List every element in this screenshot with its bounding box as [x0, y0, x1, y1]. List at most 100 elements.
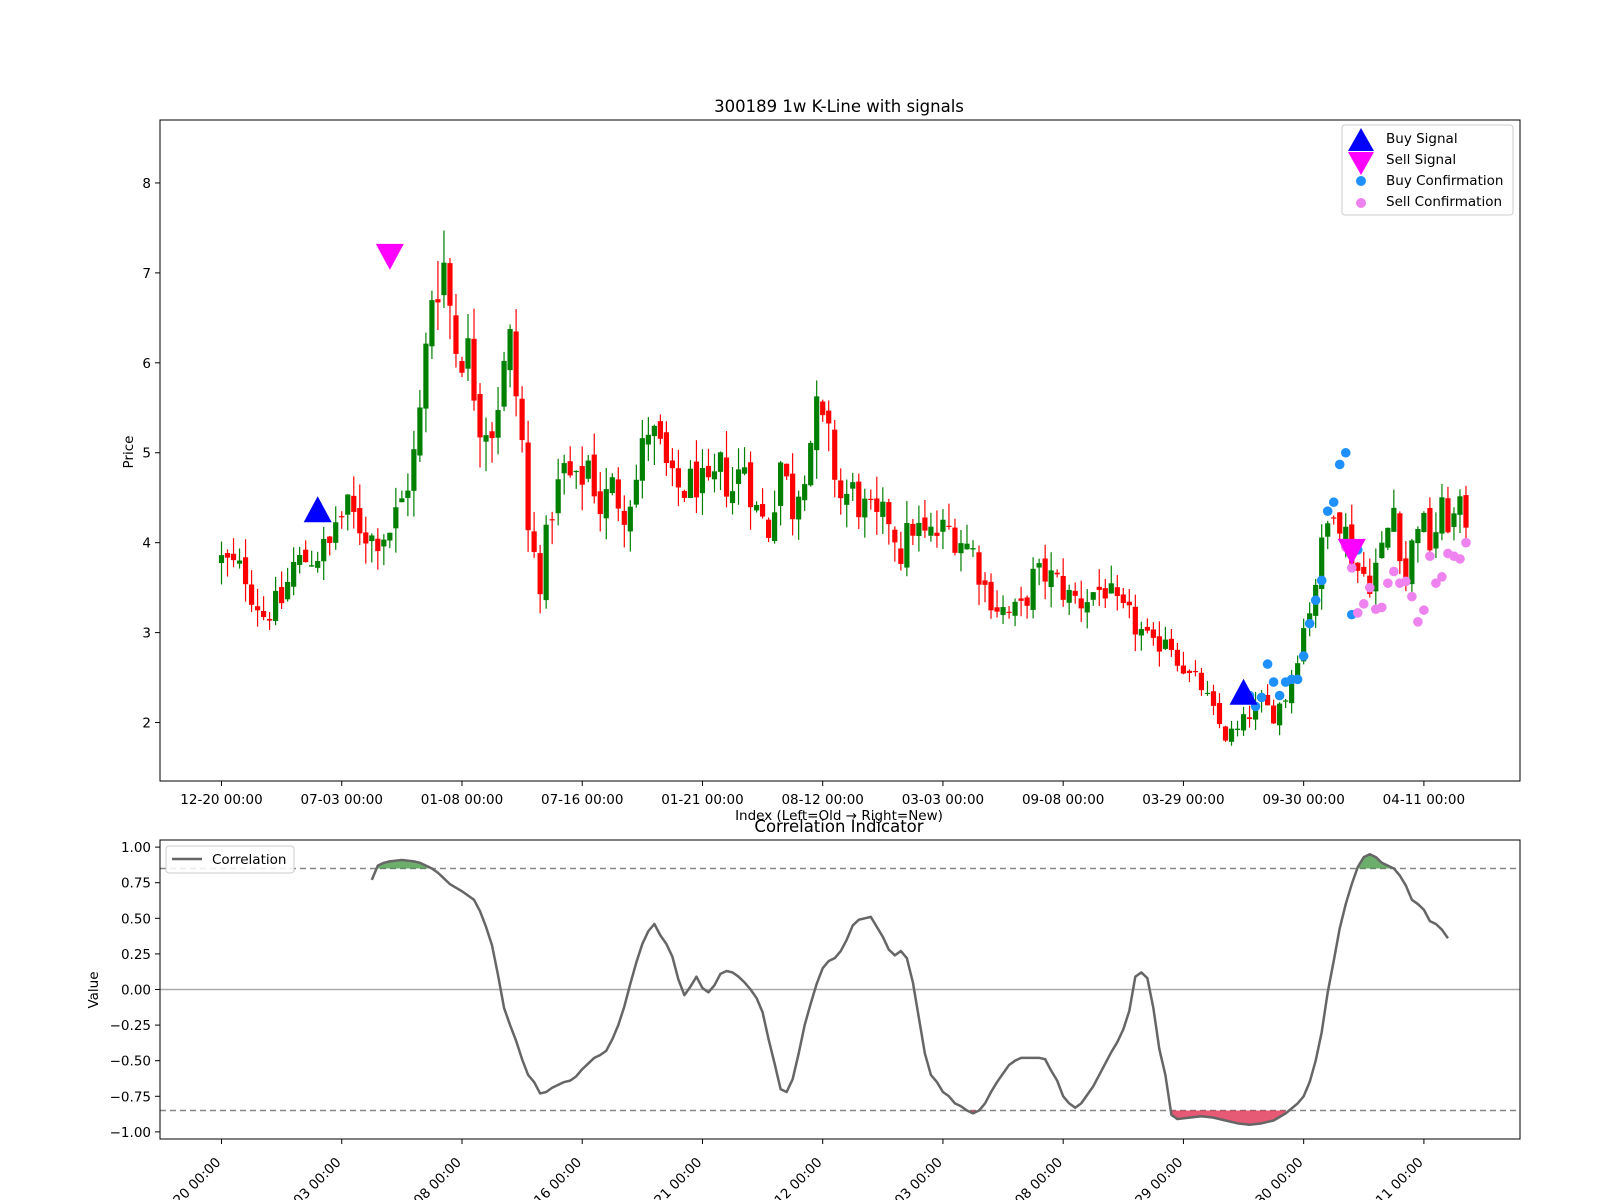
candle-body-down [934, 532, 940, 536]
candle-body-down [1174, 649, 1181, 666]
candle-body-up [1379, 542, 1385, 559]
candle-body-down [1192, 670, 1199, 673]
candle-body-up [844, 493, 850, 505]
kline-title: 300189 1w K-Line with signals [714, 97, 964, 116]
candle-body-down [868, 498, 874, 501]
candle-body-up [1228, 728, 1235, 742]
kline-plot-area [160, 120, 1520, 781]
candle-body-down [1361, 566, 1367, 574]
correlation-ytick-label: −0.75 [110, 1089, 151, 1105]
candle-body-up [633, 479, 639, 505]
correlation-ytick-label: 1.00 [121, 840, 151, 856]
candle-body-down [525, 442, 531, 531]
correlation-xtick-label: 07-03 00:00 [275, 1155, 345, 1200]
candle-body-up [753, 504, 760, 511]
candle-body-down [579, 466, 585, 485]
candle-body-down [1006, 611, 1012, 614]
sell-confirmation-point [1364, 582, 1375, 593]
candle-body-up [711, 471, 718, 480]
candle-body-up [1433, 532, 1439, 549]
candle-body-down [1271, 705, 1277, 724]
correlation-xtick-label: 03-29 00:00 [1117, 1155, 1187, 1200]
candle-body-down [669, 460, 675, 469]
candle-body-down [838, 480, 844, 499]
candle-body-down [820, 401, 826, 416]
candle-body-down [230, 553, 237, 561]
candle-body-up [1343, 526, 1349, 540]
candle-body-up [645, 434, 651, 445]
correlation-xtick-label: 09-30 00:00 [1237, 1155, 1307, 1200]
candle-body-up [609, 477, 615, 494]
candle-body-down [976, 552, 982, 585]
correlation-xtick-label: 12-20 00:00 [155, 1155, 225, 1200]
candle-body-down [856, 481, 862, 518]
candle-body-up [1066, 589, 1072, 603]
kline-xtick-label: 04-11 00:00 [1383, 792, 1465, 808]
candle-body-down [910, 523, 916, 536]
candle-body-down [477, 394, 483, 438]
sell-confirmation-point [1377, 602, 1387, 613]
kline-ytick-label: 6 [142, 356, 151, 372]
buy-confirmation-point [1256, 692, 1267, 703]
candle-body-up [483, 435, 489, 442]
candle-body-down [471, 338, 477, 401]
candle-body-up [399, 498, 405, 503]
candle-body-down [1096, 586, 1102, 590]
candle-body-down [952, 527, 958, 553]
candle-body-down [357, 508, 363, 534]
candle-body-down [1144, 626, 1150, 631]
candle-body-down [784, 463, 790, 477]
candle-body-down [1156, 636, 1162, 652]
kline-legend: Buy Signal Sell Signal Buy Confirmation … [1341, 124, 1514, 216]
candle-body-up [796, 496, 802, 520]
buy-confirmation-point [1268, 677, 1279, 687]
candle-body-up [387, 532, 393, 541]
sell-confirmation-point [1352, 608, 1363, 618]
legend-correlation-label: Correlation [212, 852, 286, 868]
candle-body-down [657, 421, 663, 439]
candle-body-down [1216, 702, 1223, 725]
sell-confirmation-point [1358, 599, 1369, 609]
candle-body-down [982, 580, 988, 585]
candle-body-up [381, 539, 387, 547]
candle-body-down [1331, 517, 1337, 519]
correlation-xtick-label: 01-21 00:00 [636, 1155, 706, 1200]
candle-body-down [747, 462, 754, 508]
kline-panel: 300189 1w K-Line with signals 2 3 4 5 6 7 8 12… [121, 97, 1521, 824]
legend-sell-confirmation-marker [1356, 198, 1366, 208]
legend-sell-confirmation-label: Sell Confirmation [1386, 194, 1502, 210]
candle-body-down [675, 468, 682, 488]
sell-confirmation-point [1419, 605, 1429, 615]
kline-xtick-label: 03-29 00:00 [1142, 792, 1224, 808]
kline-ytick-label: 4 [142, 536, 151, 552]
sell-confirmation-point [1407, 591, 1417, 602]
candle-body-down [1337, 512, 1343, 534]
candle-body-down [327, 536, 333, 543]
candle-body-down [874, 498, 880, 512]
correlation-legend: Correlation [165, 845, 295, 874]
candle-body-down [531, 531, 537, 552]
candle-body-up [218, 555, 225, 564]
candle-body-down [705, 465, 712, 478]
candle-body-down [537, 553, 543, 595]
correlation-xtick-label: 03-03 00:00 [876, 1155, 946, 1200]
candle-body-up [315, 561, 321, 568]
candle-body-down [567, 461, 573, 476]
legend-buy-confirmation-label: Buy Confirmation [1386, 173, 1503, 189]
candle-body-down [1463, 495, 1469, 528]
legend-buy-confirmation-marker [1356, 176, 1366, 186]
candle-body-up [555, 479, 561, 514]
buy-confirmation-point [1328, 497, 1339, 508]
candle-body-up [729, 491, 736, 504]
candle-body-up [958, 543, 964, 554]
candle-body-up [916, 522, 922, 537]
candle-body-down [339, 516, 345, 518]
candle-body-up [273, 590, 279, 621]
buy-confirmation-point [1322, 506, 1333, 517]
correlation-ytick-label: −0.25 [110, 1018, 151, 1034]
correlation-xtick-label: 01-08 00:00 [395, 1155, 465, 1200]
candle-body-down [254, 606, 261, 611]
kline-xtick-label: 09-08 00:00 [1022, 792, 1104, 808]
candle-body-up [1090, 592, 1096, 600]
candle-body-down [375, 538, 381, 552]
